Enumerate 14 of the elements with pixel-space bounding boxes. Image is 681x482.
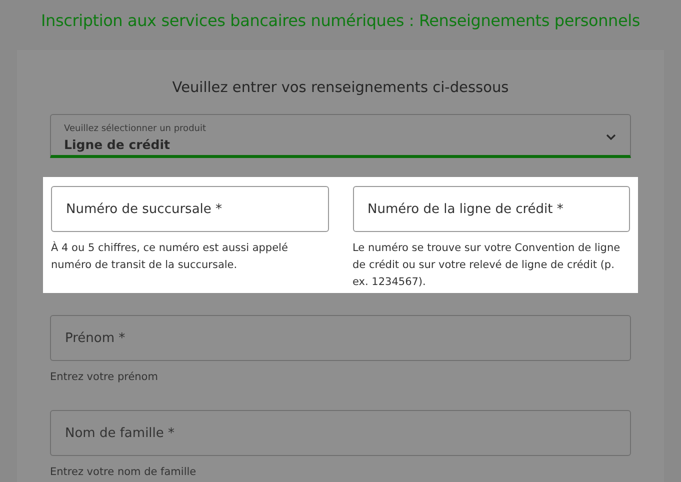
field-hint: Entrez votre prénom [50, 370, 159, 385]
input-field[interactable]: Nom de famille * [50, 410, 631, 456]
dropdown-label: Veuillez sélectionner un produit [64, 124, 206, 134]
input-field[interactable]: Numéro de la ligne de crédit * [352, 186, 630, 232]
page-title: Inscription aux services bancaires numériques : Renseignements personnels [40, 10, 641, 32]
chevron-down-icon [606, 134, 616, 141]
field-hint: Le numéro se trouve sur votre Convention de ligne de crédit ou sur votre relevé de ligne de crédit (p. ex. 1234567). [352, 241, 622, 290]
dropdown-value: Ligne de crédit [64, 136, 170, 152]
input-field[interactable]: Prénom * [50, 315, 631, 361]
field-hint: À 4 ou 5 chiffres, ce numéro est aussi appelé numéro de transit de la succursale. [51, 240, 289, 273]
field-hint: Entrez votre nom de famille [50, 465, 198, 480]
product-dropdown[interactable]: Veuillez sélectionner un produit Ligne de crédit [50, 114, 631, 158]
form-heading: Veuillez entrer vos renseignements ci-dessous [171, 80, 510, 96]
input-field[interactable]: Numéro de succursale * [51, 186, 328, 232]
